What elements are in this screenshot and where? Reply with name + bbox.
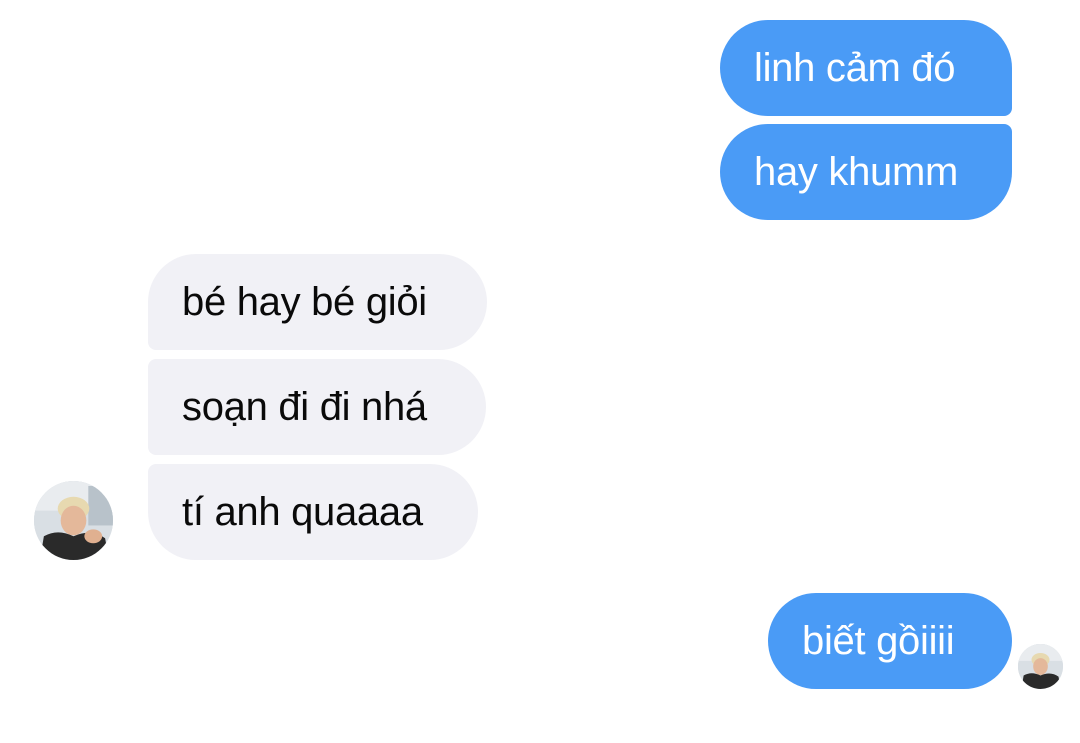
contact-avatar-photo — [34, 481, 113, 560]
seen-receipt-avatar-photo — [1018, 644, 1063, 689]
outgoing-message-bubble[interactable]: linh cảm đó — [720, 20, 1012, 116]
incoming-message-bubble[interactable]: bé hay bé giỏi — [148, 254, 487, 350]
seen-receipt-avatar — [1018, 644, 1063, 689]
outgoing-message-bubble[interactable]: biết gồiiii — [768, 593, 1012, 689]
incoming-message-bubble[interactable]: tí anh quaaaa — [148, 464, 478, 560]
incoming-message-bubble[interactable]: soạn đi đi nhá — [148, 359, 486, 455]
contact-avatar[interactable] — [34, 481, 113, 560]
message-thread: linh cảm đó hay khumm bé hay bé giỏi soạ… — [0, 0, 1080, 743]
outgoing-message-bubble[interactable]: hay khumm — [720, 124, 1012, 220]
